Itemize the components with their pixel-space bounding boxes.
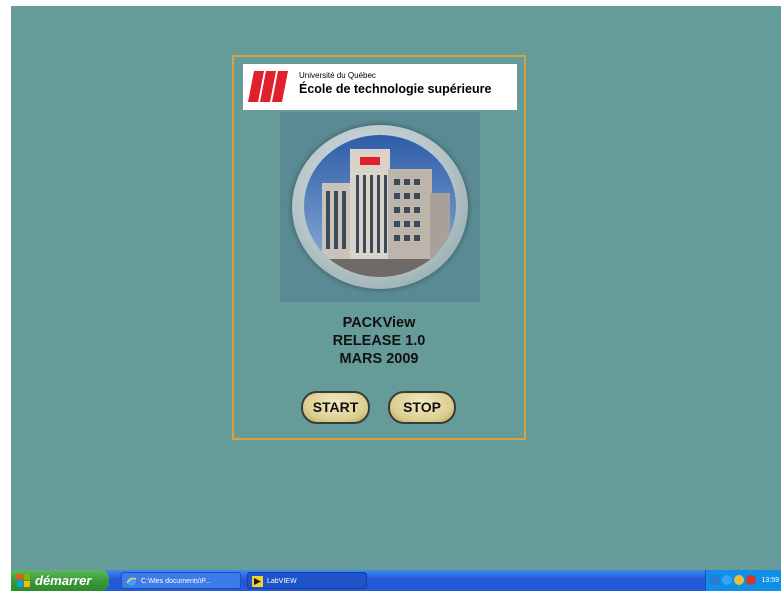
app-release: RELEASE 1.0	[332, 333, 426, 349]
taskbar-item-labview[interactable]: LabVIEW	[247, 572, 367, 589]
ie-icon	[126, 577, 137, 586]
ets-logo-mark-icon	[248, 71, 288, 102]
taskbar-item-explorer-label: C:\Mes documents\P...	[141, 578, 211, 585]
start-menu-label: démarrer	[35, 573, 92, 588]
logo-university: Université du Québec	[299, 71, 376, 80]
building-photo-frame	[280, 112, 480, 302]
photo-ring	[292, 125, 468, 289]
labview-icon	[252, 576, 263, 587]
ets-logo: Université du Québec École de technologi…	[243, 64, 517, 110]
stop-button[interactable]: STOP	[388, 391, 456, 424]
building-photo	[304, 135, 456, 277]
logo-school: École de technologie supérieure	[299, 82, 492, 96]
security-icon[interactable]	[746, 575, 756, 585]
network-icon[interactable]	[710, 575, 720, 585]
taskbar-item-labview-label: LabVIEW	[267, 578, 297, 585]
app-name: PACKView	[342, 315, 416, 331]
windows-flag-icon	[17, 574, 30, 587]
start-menu-button[interactable]: démarrer	[11, 570, 109, 591]
clock: 13:59	[761, 577, 779, 584]
app-date: MARS 2009	[339, 351, 419, 367]
system-tray: 13:59	[705, 570, 781, 591]
update-icon[interactable]	[722, 575, 732, 585]
taskbar-item-explorer[interactable]: C:\Mes documents\P...	[121, 572, 241, 589]
start-button[interactable]: START	[301, 391, 370, 424]
shield-icon[interactable]	[734, 575, 744, 585]
taskbar: démarrer C:\Mes documents\P... LabVIEW 1…	[11, 570, 781, 591]
